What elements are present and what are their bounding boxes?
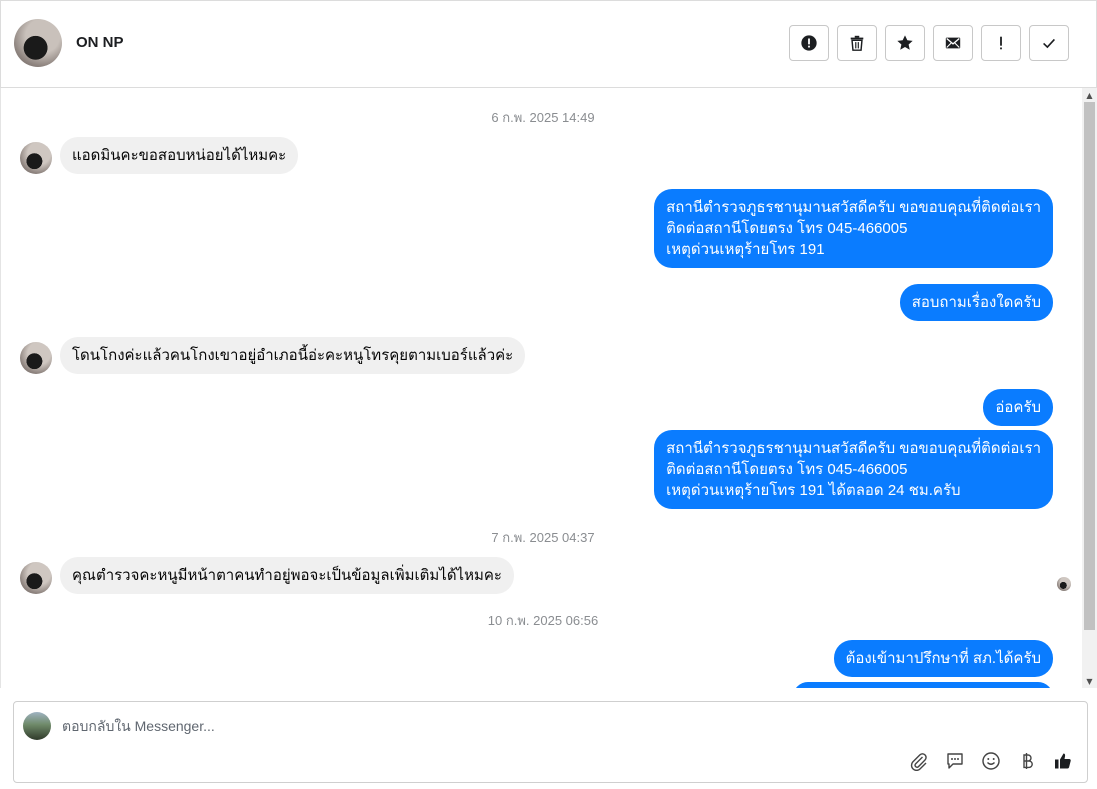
- check-icon: [1043, 38, 1055, 49]
- reply-composer: [13, 701, 1088, 783]
- message-outgoing[interactable]: สอบถามเรื่องใดครับ: [899, 284, 1053, 321]
- message-outgoing[interactable]: อ่อครับ: [983, 389, 1053, 426]
- conversation-header: ON NP: [0, 0, 1097, 88]
- done-button[interactable]: [1029, 25, 1069, 61]
- saved-replies-button[interactable]: [943, 749, 967, 773]
- chat-bubble-icon: [947, 753, 963, 769]
- message-outgoing[interactable]: สถานีตำรวจภูธรชานุมานสวัสดีครับ ขอขอบคุณ…: [654, 430, 1053, 509]
- message-outgoing-partial[interactable]: [793, 682, 1053, 688]
- scroll-thumb[interactable]: [1084, 102, 1095, 630]
- like-button[interactable]: [1051, 749, 1075, 773]
- seen-indicator-avatar: [1057, 577, 1071, 591]
- reply-input[interactable]: [62, 716, 762, 736]
- contact-avatar[interactable]: [14, 19, 62, 67]
- trash-icon: [850, 35, 864, 51]
- sender-avatar[interactable]: [20, 562, 52, 594]
- scrollbar[interactable]: ▲ ▼: [1082, 88, 1097, 688]
- delete-button[interactable]: [837, 25, 877, 61]
- scroll-up-arrow-icon[interactable]: ▲: [1082, 88, 1097, 102]
- conversation-toolbar: [789, 25, 1069, 61]
- envelope-icon: [945, 37, 961, 49]
- thumbs-up-icon: [1055, 753, 1071, 769]
- baht-icon: [1023, 753, 1033, 769]
- message-incoming[interactable]: แอดมินคะขอสอบหน่อยได้ไหมคะ: [60, 137, 299, 174]
- payment-button[interactable]: [1015, 749, 1039, 773]
- attach-button[interactable]: [907, 749, 931, 773]
- message-outgoing[interactable]: ต้องเข้ามาปรึกษาที่ สภ.ได้ครับ: [833, 640, 1053, 677]
- spam-button[interactable]: [789, 25, 829, 61]
- emoji-button[interactable]: [979, 749, 1003, 773]
- alert-circle-icon: [801, 35, 817, 51]
- exclamation-icon: [1000, 36, 1002, 50]
- sender-avatar[interactable]: [20, 342, 52, 374]
- emoji-icon: [982, 752, 1000, 770]
- star-icon: [897, 35, 913, 50]
- timestamp: 10 ก.พ. 2025 06:56: [487, 613, 599, 628]
- page-avatar: [23, 712, 51, 740]
- scroll-down-arrow-icon[interactable]: ▼: [1082, 674, 1097, 688]
- timestamp: 6 ก.พ. 2025 14:49: [491, 110, 595, 125]
- important-button[interactable]: [981, 25, 1021, 61]
- star-button[interactable]: [885, 25, 925, 61]
- paperclip-icon: [910, 753, 927, 771]
- mark-unread-button[interactable]: [933, 25, 973, 61]
- message-thread[interactable]: 6 ก.พ. 2025 14:49 แอดมินคะขอสอบหน่อยได้ไ…: [0, 88, 1097, 688]
- contact-name[interactable]: ON NP: [76, 34, 124, 51]
- sender-avatar[interactable]: [20, 142, 52, 174]
- message-outgoing[interactable]: สถานีตำรวจภูธรชานุมานสวัสดีครับ ขอขอบคุณ…: [654, 189, 1053, 268]
- message-incoming[interactable]: โดนโกงค่ะแล้วคนโกงเขาอยู่อำเภอนี้อ่ะคะหน…: [60, 337, 526, 374]
- message-incoming[interactable]: คุณตำรวจคะหนูมีหน้าตาคนทำอยู่พอจะเป็นข้อ…: [60, 557, 514, 594]
- composer-toolbar: [907, 749, 1075, 773]
- timestamp: 7 ก.พ. 2025 04:37: [491, 530, 595, 545]
